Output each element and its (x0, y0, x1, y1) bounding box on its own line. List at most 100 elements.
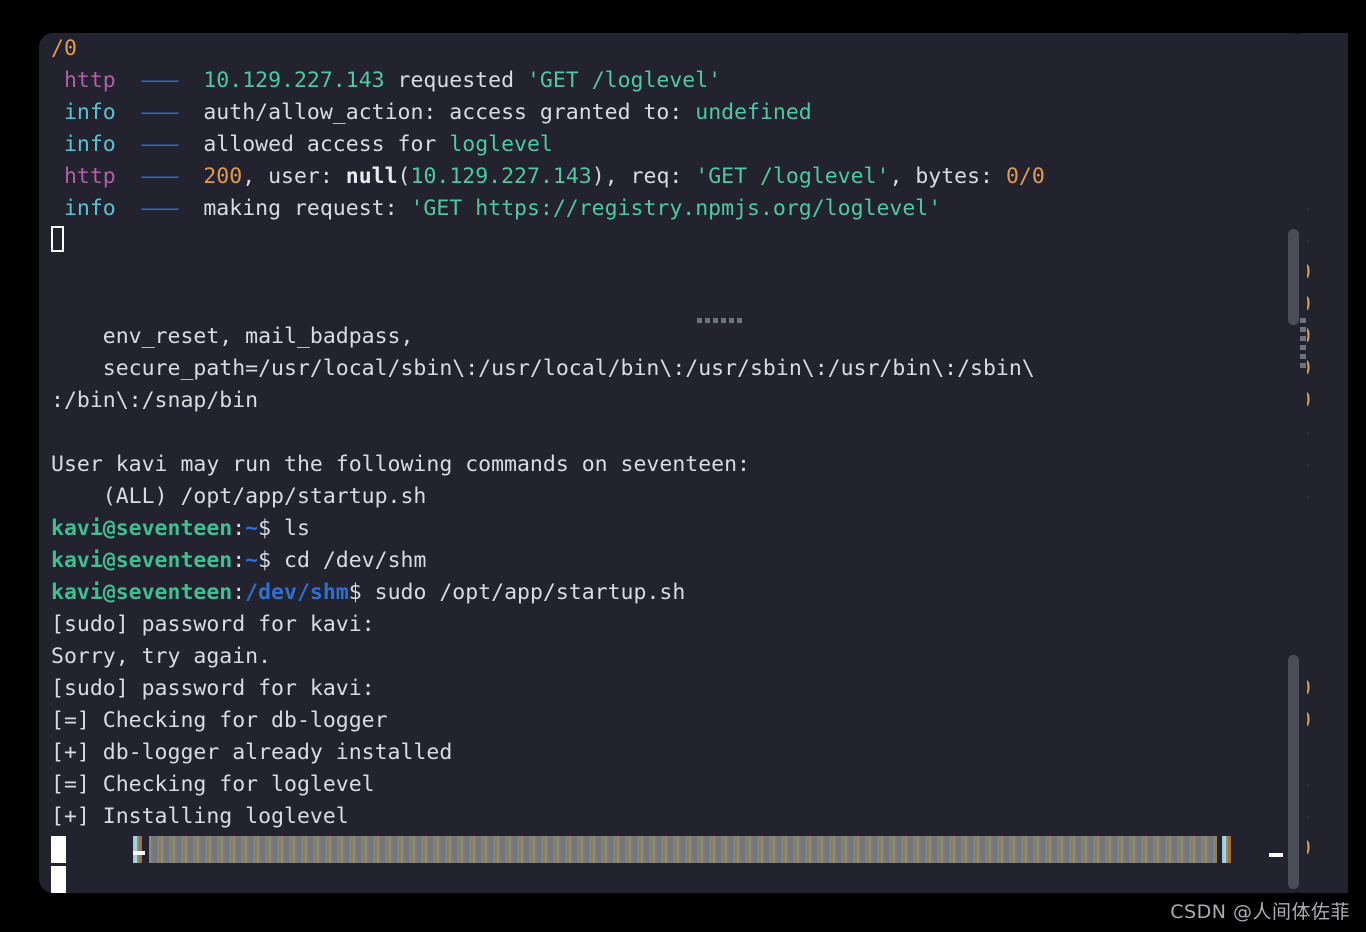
line-all-startup-seg-0: (ALL) /opt/app/startup.sh (51, 484, 427, 509)
line-info-allowed-access-seg-6: loglevel (449, 132, 553, 157)
line-http-requested-seg-0 (51, 68, 64, 93)
line-blank-2 (51, 417, 1307, 449)
line-info-making-request-seg-6: 'GET https://registry.npmjs.org/loglevel… (410, 196, 942, 221)
line-info-making-request-seg-0 (51, 196, 64, 221)
line-db-logger-installed-seg-0: [+] db-logger already installed (51, 740, 453, 765)
line-http-requested-seg-7: 'GET /loglevel' (526, 68, 722, 93)
line-cursor-block (51, 865, 1307, 893)
line-http-requested-seg-4 (177, 68, 203, 93)
line-user-may-run-seg-0: User kavi may run the following commands… (51, 452, 750, 477)
csdn-watermark: CSDN @人间体佐菲 (1170, 901, 1350, 923)
scrollbar-thumb-upper[interactable] (1288, 229, 1299, 325)
line-prompt-sudo: kavi@seventeen:/dev/shm$ sudo /opt/app/s… (51, 577, 1307, 609)
line-info-making-request-seg-3: ——— (141, 196, 179, 221)
terminal-window[interactable]: /0 http ——— 10.129.227.143 requested 'GE… (39, 33, 1307, 893)
line-info-allow-action: info ——— auth/allow_action: access grant… (51, 97, 1307, 129)
line-http-200-seg-10: ), req: (591, 164, 696, 189)
line-installing-loglevel: [+] Installing loglevel (51, 801, 1307, 833)
line-http-200-seg-12: , bytes: (889, 164, 1006, 189)
line-check-db-logger-seg-0: [=] Checking for db-logger (51, 708, 388, 733)
line-zero-slash: /0 (51, 33, 1307, 65)
line-prompt-sudo-seg-1: : (232, 580, 246, 605)
line-check-db-logger: [=] Checking for db-logger (51, 705, 1307, 737)
terminal-cursor (51, 836, 66, 863)
line-http-200-seg-7: null (345, 164, 398, 189)
line-http-requested: http ——— 10.129.227.143 requested 'GET /… (51, 65, 1307, 97)
line-prompt-ls-seg-0: kavi@seventeen (51, 516, 233, 541)
line-info-making-request-seg-1: info (63, 196, 116, 221)
line-http-requested-seg-1: http (63, 68, 116, 93)
line-info-making-request-seg-5: making request: (203, 196, 411, 221)
line-info-allow-action-seg-2 (116, 100, 142, 125)
line-info-allowed-access: info ——— allowed access for loglevel (51, 129, 1307, 161)
line-http-requested-seg-5: 10.129.227.143 (203, 68, 385, 93)
line-info-allow-action-seg-3: ——— (141, 100, 179, 125)
line-sudo-password-2-seg-0: [sudo] password for kavi: (51, 676, 375, 701)
line-installing-loglevel-seg-0: [+] Installing loglevel (51, 804, 349, 829)
line-info-allow-action-seg-5: auth/allow_action: access granted to: (203, 100, 696, 125)
line-http-200-seg-1: http (63, 164, 116, 189)
progress-bar-track (131, 836, 1234, 863)
line-db-logger-installed: [+] db-logger already installed (51, 737, 1307, 769)
line-http-requested-seg-3: ——— (141, 68, 179, 93)
line-prompt-sudo-seg-0: kavi@seventeen (51, 580, 233, 605)
line-prompt-ls-seg-1: : (232, 516, 246, 541)
line-fold-marker (51, 289, 1307, 321)
line-prompt-cd-seg-2: ~ (245, 548, 259, 573)
line-prompt-cd-seg-1: : (232, 548, 246, 573)
progress-bar-fill (149, 836, 1217, 863)
line-info-allow-action-seg-0 (51, 100, 64, 125)
line-prompt-sudo-seg-2: /dev/shm (245, 580, 349, 605)
line-http-200-seg-5: 200 (203, 164, 243, 189)
progress-bar-right-cap (1221, 836, 1234, 863)
line-user-may-run: User kavi may run the following commands… (51, 449, 1307, 481)
line-sudo-password-1-seg-0: [sudo] password for kavi: (51, 612, 375, 637)
progress-marker-left (133, 851, 145, 855)
line-prompt-cd: kavi@seventeen:~$ cd /dev/shm (51, 545, 1307, 577)
install-progress-bar (51, 833, 1307, 865)
line-http-200-seg-3: ——— (141, 164, 179, 189)
desktop-background: --00000---|]|]]00]--0 /0 http ——— 10.129… (0, 0, 1366, 932)
line-info-allowed-access-seg-5: allowed access for (203, 132, 450, 157)
line-http-200-seg-9: 10.129.227.143 (410, 164, 592, 189)
line-sudo-password-2: [sudo] password for kavi: (51, 673, 1307, 705)
scrollbar-thumb-lower[interactable] (1288, 655, 1299, 889)
line-http-requested-seg-6: requested (384, 68, 527, 93)
line-sorry-try-again: Sorry, try again. (51, 641, 1307, 673)
line-prompt-ls-seg-2: ~ (245, 516, 259, 541)
line-info-allow-action-seg-1: info (63, 100, 116, 125)
progress-bar-left-cap (131, 836, 144, 863)
line-info-making-request-seg-2 (116, 196, 142, 221)
line-prompt-sudo-seg-3: $ sudo /opt/app/startup.sh (348, 580, 686, 605)
line-check-loglevel: [=] Checking for loglevel (51, 769, 1307, 801)
line-prompt-cd-seg-3: $ cd /dev/shm (258, 548, 427, 573)
line-info-allowed-access-seg-3: ——— (141, 132, 179, 157)
gutter-dots (1300, 318, 1306, 368)
terminal-screen[interactable]: /0 http ——— 10.129.227.143 requested 'GE… (39, 33, 1307, 893)
line-all-startup: (ALL) /opt/app/startup.sh (51, 481, 1307, 513)
line-http-200: http ——— 200, user: null(10.129.227.143)… (51, 161, 1307, 193)
terminal-cursor-hollow (51, 226, 64, 252)
line-env-reset-seg-0: env_reset, mail_badpass, (51, 324, 414, 349)
line-http-requested-seg-2 (116, 68, 142, 93)
line-prompt-ls: kavi@seventeen:~$ ls (51, 513, 1307, 545)
line-info-allowed-access-seg-2 (116, 132, 142, 157)
line-http-200-seg-11: 'GET /loglevel' (695, 164, 890, 189)
line-zero-slash-seg-0: /0 (51, 36, 77, 61)
line-info-allowed-access-seg-1: info (63, 132, 116, 157)
line-prompt-ls-seg-3: $ ls (258, 516, 310, 541)
fold-marker-dots (697, 318, 742, 323)
progress-marker-right (1269, 853, 1283, 857)
line-info-allow-action-seg-6: undefined (695, 100, 812, 125)
line-info-making-request: info ——— making request: 'GET https://re… (51, 193, 1307, 225)
line-http-200-seg-4 (177, 164, 203, 189)
line-http-200-seg-0 (51, 164, 64, 189)
line-prompt-cd-seg-0: kavi@seventeen (51, 548, 233, 573)
line-info-allowed-access-seg-4 (177, 132, 203, 157)
line-http-200-seg-8: ( (397, 164, 411, 189)
line-http-200-seg-6: , user: (242, 164, 346, 189)
terminal-cursor-block (51, 866, 66, 893)
line-check-loglevel-seg-0: [=] Checking for loglevel (51, 772, 375, 797)
line-env-reset: env_reset, mail_badpass, (51, 321, 1307, 353)
line-http-200-seg-13: 0/0 (1005, 164, 1045, 189)
